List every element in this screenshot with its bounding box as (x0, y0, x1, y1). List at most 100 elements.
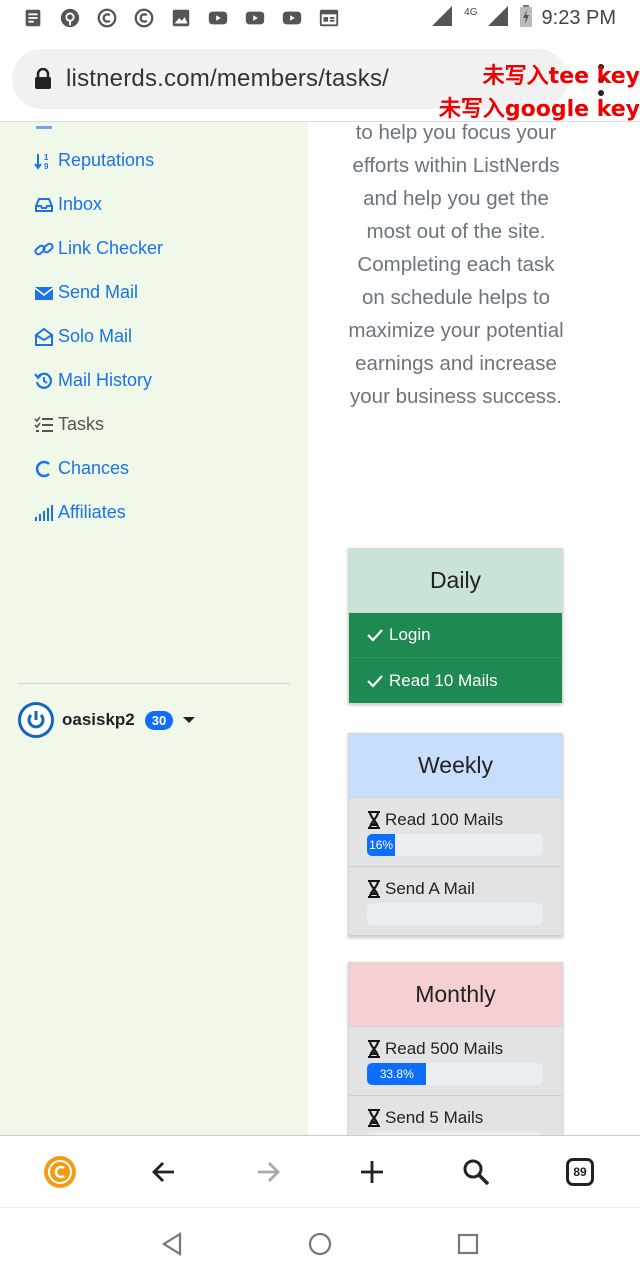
url-text: listnerds.com/members/tasks/ (66, 65, 390, 92)
progress-fill: 16% (367, 834, 396, 856)
sidebar-item-solo-mail[interactable]: Solo Mail (34, 326, 132, 347)
svg-text:1: 1 (44, 153, 49, 162)
tab-switcher-button[interactable]: 89 (562, 1154, 598, 1190)
bars-icon (35, 504, 53, 521)
power-icon (27, 711, 45, 729)
home-coin-button[interactable] (42, 1154, 78, 1190)
sidebar-item-affiliates[interactable]: Affiliates (34, 502, 126, 523)
coin-c-icon (96, 7, 118, 29)
plus-icon (361, 1161, 383, 1183)
notes-icon (22, 7, 44, 29)
sidebar-item-link-checker[interactable]: Link Checker (34, 238, 163, 259)
envelope-open-icon (35, 327, 53, 346)
sidebar-item-label: Link Checker (58, 238, 164, 258)
user-badge: 30 (144, 710, 174, 730)
browser-toolbar: 89 (0, 1135, 640, 1207)
tab-count: 89 (566, 1158, 594, 1186)
hourglass-icon (368, 880, 380, 898)
nav-home-icon[interactable] (306, 1230, 334, 1258)
monthly-tasks-card: Monthly Read 500 Mails 33.8% Send 5 Mail… (348, 962, 563, 1135)
check-icon (367, 629, 383, 642)
task-label: Read 500 Mails (385, 1039, 504, 1058)
main-content: to help you focus your efforts within Li… (308, 122, 640, 1135)
nav-recents-icon[interactable] (454, 1230, 482, 1258)
check-icon (367, 674, 383, 688)
hourglass-icon (368, 1040, 380, 1058)
sidebar-item-label: Send Mail (58, 282, 139, 302)
sidebar-item-send-mail[interactable]: Send Mail (34, 282, 138, 303)
task-label: Read 100 Mails (385, 810, 504, 829)
sidebar-item-label: Chances (58, 458, 130, 478)
inbox-icon (35, 197, 53, 212)
youtube-icon (281, 7, 303, 29)
sidebar-item-label: Inbox (58, 194, 103, 214)
user-name: oasiskp2 (62, 710, 135, 729)
task-item-pending: Read 500 Mails 33.8% (349, 1027, 562, 1096)
new-tab-button[interactable] (354, 1154, 390, 1190)
sidebar-item-label: Tasks (58, 414, 105, 434)
task-label: Send A Mail (385, 879, 475, 898)
sidebar-item-tasks[interactable]: Tasks (34, 414, 104, 435)
overlay-note-line1: 未写入tee key (482, 64, 640, 89)
sidebar-item-reputations[interactable]: 19 Reputations (34, 150, 154, 171)
signal-icon (432, 5, 454, 31)
system-nav-bar (0, 1207, 640, 1280)
youtube-icon (244, 7, 266, 29)
sidebar-item-label: Affiliates (58, 502, 126, 522)
task-item-pending: Read 100 Mails 16% (349, 798, 562, 867)
sidebar-item-chances[interactable]: Chances (34, 458, 129, 479)
sidebar-item-partial[interactable] (34, 122, 54, 132)
svg-text:9: 9 (44, 162, 49, 171)
coin-c-icon (44, 1156, 76, 1188)
sidebar-item-inbox[interactable]: Inbox (34, 194, 102, 215)
avatar (18, 702, 54, 738)
arrow-right-icon (258, 1162, 280, 1182)
signal-icon (487, 5, 510, 31)
task-label: Read 10 Mails (389, 670, 498, 690)
c-icon (35, 460, 50, 477)
status-time: 9:23 PM (541, 6, 616, 29)
task-item-pending: Send 5 Mails (349, 1096, 562, 1135)
arrow-left-icon (152, 1162, 174, 1182)
envelope-icon (34, 286, 54, 300)
newspaper-icon (318, 7, 340, 29)
podcast-icon (59, 7, 81, 29)
coin-c-icon (133, 7, 155, 29)
weekly-tasks-card: Weekly Read 100 Mails 16% Send A Mail (348, 733, 563, 937)
task-item-done: Login (349, 613, 562, 658)
user-menu[interactable]: oasiskp2 30 (18, 702, 196, 738)
task-label: Send 5 Mails (385, 1108, 484, 1127)
network-type: 4G (464, 6, 478, 18)
chevron-down-icon (183, 717, 196, 723)
sidebar-item-label: Solo Mail (58, 326, 133, 346)
search-button[interactable] (458, 1154, 494, 1190)
progress-fill: 33.8% (367, 1063, 427, 1085)
link-icon (34, 242, 54, 255)
youtube-icon (207, 7, 229, 29)
nav-back-icon[interactable] (158, 1230, 186, 1258)
browser-url-area: listnerds.com/members/tasks/ 未写入tee key … (0, 36, 640, 122)
sidebar-divider (18, 683, 290, 684)
back-button[interactable] (146, 1154, 182, 1190)
sidebar: 19 Reputations Inbox Link Checker Send M… (0, 122, 308, 1135)
gallery-icon (170, 7, 192, 29)
checklist-icon (34, 416, 53, 432)
bars-icon (36, 126, 52, 129)
daily-tasks-card: Daily Login Read 10 Mails (348, 548, 563, 704)
overlay-note-line2: 未写入google key (438, 97, 640, 122)
card-title: Daily (349, 549, 562, 613)
battery-icon (519, 4, 532, 32)
task-item-done: Read 10 Mails (349, 658, 562, 703)
sidebar-item-label: Mail History (58, 370, 153, 390)
forward-button[interactable] (250, 1154, 286, 1190)
task-item-pending: Send A Mail (349, 867, 562, 936)
progress-bar: 33.8% (367, 1063, 543, 1085)
hourglass-icon (368, 1109, 380, 1127)
task-label: Login (389, 625, 431, 644)
hourglass-icon (368, 811, 380, 829)
history-icon (34, 372, 52, 389)
progress-bar: 16% (367, 834, 543, 856)
search-icon (463, 1159, 490, 1186)
sidebar-item-mail-history[interactable]: Mail History (34, 370, 152, 391)
progress-bar (367, 903, 543, 925)
